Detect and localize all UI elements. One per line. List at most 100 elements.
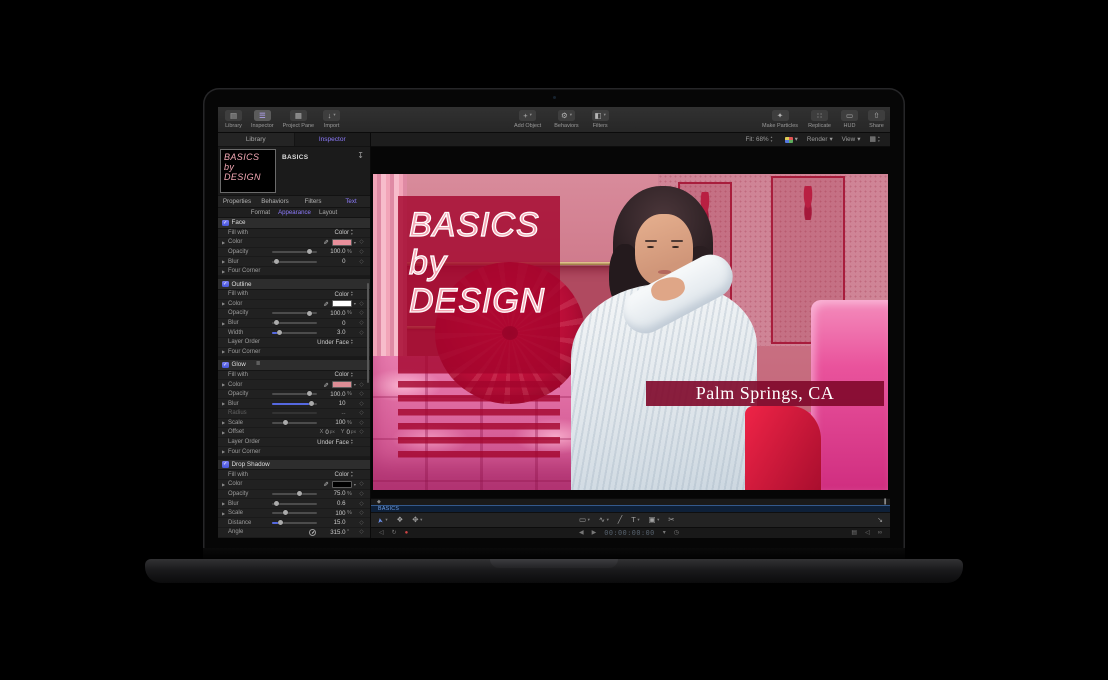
toolbar-project-pane-button[interactable]: ▦Project Pane (283, 110, 315, 129)
param-slider[interactable] (272, 403, 317, 405)
chevron-down-icon[interactable]: ▾ (663, 530, 666, 536)
glow-options-icon[interactable]: ≣ (256, 362, 261, 368)
toolbar-library-button[interactable]: ▤Library (225, 110, 242, 129)
x-value[interactable]: 0 (325, 429, 328, 436)
timeline-view-button[interactable]: ▤ (851, 530, 857, 536)
audio-mute-button[interactable]: ◁ (379, 530, 384, 536)
toolbar-hud-button[interactable]: ▭HUD (841, 110, 858, 129)
layout-control[interactable]: ▦ ▴▾ (869, 136, 883, 143)
param-value[interactable]: 10 (321, 400, 346, 407)
record-button[interactable]: ● (405, 530, 409, 536)
angle-dial-icon[interactable] (309, 529, 316, 536)
stepper-icon[interactable]: ▴▾ (351, 229, 356, 236)
dropdown-value[interactable]: Under Face (317, 339, 349, 346)
eyedropper-icon[interactable]: ✎ (322, 301, 330, 306)
view-menu[interactable]: View▾ (842, 136, 861, 143)
color-swatch[interactable] (332, 239, 352, 246)
title-text-object[interactable]: BASICSbyDESIGN (409, 206, 545, 320)
param-slider[interactable] (272, 322, 317, 324)
param-value[interactable]: 100 (321, 419, 346, 426)
keyframe-diamond-icon[interactable]: ◇ (356, 491, 367, 497)
toolbar-inspector-button[interactable]: ☰Inspector (251, 110, 274, 129)
stepper-icon[interactable]: ▴▾ (351, 471, 356, 478)
eyedropper-icon[interactable]: ✎ (322, 240, 330, 245)
keyframe-diamond-icon[interactable]: ◇ (356, 520, 367, 526)
line-tool[interactable]: ╱ (618, 516, 623, 524)
stepper-icon[interactable]: ▴▾ (351, 339, 356, 346)
param-value[interactable]: 0 (321, 320, 346, 327)
timeline-track[interactable]: BASICS (371, 505, 890, 512)
mask-tool[interactable]: ▣▾ (649, 516, 660, 524)
checkbox-face[interactable]: ✓ (222, 220, 229, 227)
link-button[interactable]: ∞ (878, 530, 882, 536)
slider-knob[interactable] (274, 320, 279, 325)
param-value[interactable]: 100.0 (321, 310, 346, 317)
keyframe-diamond-icon[interactable]: ◇ (356, 401, 367, 407)
dropdown-value[interactable]: Color (334, 371, 349, 378)
toolbar-replicate-button[interactable]: ∷Replicate (808, 110, 831, 129)
param-slider[interactable] (272, 312, 317, 314)
timeline-ruler[interactable]: ◆ ▐ (371, 498, 890, 505)
param-slider[interactable] (272, 412, 317, 414)
panel-tab-library[interactable]: Library (218, 133, 295, 146)
param-value[interactable]: 315.0 (321, 529, 346, 536)
keyframe-diamond-icon[interactable]: ◇ (356, 301, 367, 307)
param-slider[interactable] (272, 512, 317, 514)
toolbar-filters-button[interactable]: ◧▾Filters (592, 110, 609, 129)
toolbar-add-object-button[interactable]: +▾Add Object (514, 110, 541, 129)
loop-button[interactable]: ↻ (392, 530, 397, 536)
param-slider[interactable] (272, 251, 317, 253)
checkbox-outline[interactable]: ✓ (222, 281, 229, 288)
keyframe-diamond-icon[interactable]: ◇ (356, 429, 367, 435)
color-swatch[interactable] (332, 481, 352, 488)
eyedropper-icon[interactable]: ✎ (322, 382, 330, 387)
fit-zoom-control[interactable]: Fit: 68%▴▾ (746, 136, 776, 143)
y-value[interactable]: 0 (347, 429, 350, 436)
transform-tool[interactable]: ❖ (397, 516, 404, 524)
param-value[interactable]: 0.6 (321, 500, 346, 507)
slider-knob[interactable] (309, 401, 314, 406)
param-slider[interactable] (272, 493, 317, 495)
dropdown-value[interactable]: Color (334, 471, 349, 478)
subtab-format[interactable]: Format (251, 208, 270, 217)
dropdown-value[interactable]: Under Face (317, 439, 349, 446)
panel-scrollbar[interactable] (367, 283, 370, 383)
param-value[interactable]: -- (321, 410, 346, 417)
slider-knob[interactable] (297, 491, 302, 496)
keyframe-diamond-icon[interactable]: ◇ (356, 310, 367, 316)
dropdown-value[interactable]: Color (334, 229, 349, 236)
eyedropper-icon[interactable]: ✎ (322, 482, 330, 487)
skip-start-icon[interactable]: ◀ (579, 530, 584, 536)
color-swatch[interactable] (332, 381, 352, 388)
keyframe-diamond-icon[interactable]: ◇ (356, 239, 367, 245)
keyframe-diamond-icon[interactable]: ◇ (356, 410, 367, 416)
subtab-appearance[interactable]: Appearance (278, 208, 311, 217)
toolbar-import-button[interactable]: ↓▾Import (323, 110, 340, 129)
render-menu[interactable]: Render▾ (807, 136, 833, 143)
dropdown-value[interactable]: Color (334, 291, 349, 298)
channels-control[interactable]: ▾ (785, 136, 798, 143)
keyframe-diamond-icon[interactable]: ◇ (356, 481, 367, 487)
audio-button[interactable]: ◁ (865, 530, 870, 536)
tab-text[interactable]: Text (332, 196, 370, 207)
keyframe-diamond-icon[interactable]: ◇ (356, 529, 367, 535)
keyframe-diamond-icon[interactable]: ◇ (356, 320, 367, 326)
location-bar[interactable]: Palm Springs, CA (646, 381, 884, 406)
bezier-tool[interactable]: ∿▾ (599, 516, 609, 524)
shape-tool[interactable]: ▭▾ (579, 516, 590, 524)
param-value[interactable]: 3.0 (321, 329, 346, 336)
keyframe-diamond-icon[interactable]: ◇ (356, 391, 367, 397)
clock-icon[interactable]: ◷ (674, 530, 679, 536)
tab-filters[interactable]: Filters (294, 196, 332, 207)
timecode-field[interactable]: 00:00:00:00 (604, 530, 655, 537)
color-swatch[interactable] (332, 300, 352, 307)
param-slider[interactable] (272, 332, 317, 334)
checkbox-glow[interactable]: ✓ (222, 362, 229, 369)
param-value[interactable]: 0 (321, 258, 346, 265)
param-value[interactable]: 75.0 (321, 490, 346, 497)
keyframe-diamond-icon[interactable]: ◇ (356, 420, 367, 426)
param-value[interactable]: 15.0 (321, 519, 346, 526)
select-tool[interactable]: ➤▾ (378, 517, 388, 524)
checkbox-drop-shadow[interactable]: ✓ (222, 461, 229, 468)
param-slider[interactable] (272, 393, 317, 395)
